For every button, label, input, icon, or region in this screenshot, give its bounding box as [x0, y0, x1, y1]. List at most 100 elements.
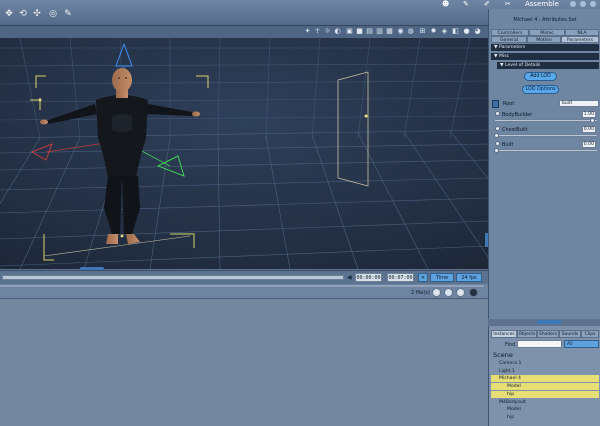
visibility-icon[interactable] — [570, 1, 576, 7]
panel-side-grip[interactable] — [485, 233, 488, 247]
tab-sounds[interactable]: Sounds — [559, 330, 581, 338]
light-view-icon[interactable]: ☼ — [324, 28, 331, 35]
orbit-icon[interactable]: ◐ — [334, 28, 341, 35]
wrench-icon[interactable]: ✎ — [463, 0, 469, 8]
shading-icon[interactable]: ◉ — [397, 28, 404, 35]
viewport-scene — [0, 38, 488, 269]
help-icon[interactable] — [580, 1, 586, 7]
root-node-icon[interactable] — [492, 100, 499, 108]
timeline-start-marker-icon[interactable]: ◀ — [347, 274, 352, 281]
close-icon[interactable] — [590, 1, 596, 7]
lower-panel-area[interactable] — [0, 299, 488, 426]
panel-splitter[interactable] — [0, 285, 484, 287]
param-value-field[interactable]: 0.00 — [582, 126, 596, 133]
tree-item-label: Michael 4 — [499, 376, 521, 382]
3d-viewport[interactable] — [0, 38, 488, 269]
tab-objects[interactable]: Objects — [517, 330, 537, 338]
quad-view-icon[interactable]: ▥ — [376, 28, 383, 35]
tab-nla[interactable]: NLA — [565, 29, 599, 36]
tab-parameters[interactable]: Parameters — [561, 36, 599, 43]
smooth-shading-icon[interactable]: ◍ — [407, 28, 414, 35]
cube-icon[interactable]: ◧ — [452, 28, 459, 35]
scene-heading: Scene — [493, 351, 513, 359]
param-slider[interactable] — [494, 149, 598, 152]
split-view-icon[interactable]: ▤ — [366, 28, 373, 35]
single-view-icon[interactable]: ■ — [356, 28, 363, 35]
scale-tool-icon[interactable]: ✣ — [32, 9, 42, 19]
root-value-field[interactable]: built — [559, 100, 599, 107]
camera-icon[interactable]: ✦ — [304, 28, 311, 35]
param-value-field[interactable]: 0.00 — [582, 141, 596, 148]
slider-knob[interactable] — [494, 148, 499, 153]
tree-item[interactable]: Michael 4 — [491, 375, 599, 383]
tree-item[interactable]: Model — [491, 383, 599, 391]
play-backward-icon[interactable] — [432, 288, 441, 297]
figure-pivot-point[interactable] — [120, 234, 124, 238]
loop-toggle-icon[interactable]: ✕ — [418, 273, 428, 282]
panel-resize-handle[interactable] — [537, 320, 561, 324]
tree-item[interactable]: hip — [491, 414, 599, 421]
tree-item[interactable]: Model — [491, 406, 599, 413]
record-icon[interactable] — [469, 288, 478, 297]
layout-view-icon[interactable]: ▦ — [386, 28, 393, 35]
lighting-icon[interactable]: ✹ — [430, 28, 437, 35]
add-lod-button[interactable]: Add LOD — [524, 72, 557, 81]
filter-select[interactable]: All — [564, 340, 599, 348]
play-forward-icon[interactable] — [456, 288, 465, 297]
paint-icon[interactable]: ✐ — [484, 0, 490, 8]
tab-general[interactable]: General — [491, 36, 527, 43]
tab-controllers[interactable]: Controllers — [491, 29, 529, 36]
timeline-track[interactable] — [2, 275, 344, 280]
textured-sphere-icon[interactable]: ◕ — [474, 28, 481, 35]
param-slider[interactable] — [494, 119, 598, 122]
time-end-field[interactable]: 00:07:00 — [387, 273, 414, 282]
gear-icon[interactable]: ✂ — [505, 0, 511, 8]
tree-item[interactable]: hip — [491, 390, 599, 398]
slider-knob[interactable] — [494, 133, 499, 138]
selection-point[interactable] — [38, 98, 42, 102]
render-icon[interactable]: ◈ — [441, 28, 448, 35]
figure-view-icon[interactable]: ☥ — [314, 28, 321, 35]
find-input[interactable] — [517, 340, 562, 348]
section-misc[interactable]: ▼ Misc — [491, 53, 599, 60]
lod-options-button[interactable]: LOD Options — [522, 85, 559, 94]
tree-item-label: M4Bodysuit — [499, 399, 526, 405]
move-tool-icon[interactable]: ✥ — [4, 9, 14, 19]
tab-motion[interactable]: Motion — [527, 36, 561, 43]
tab-shaders[interactable]: Shaders — [537, 330, 559, 338]
tree-item[interactable]: Camera 1 — [491, 360, 599, 367]
grid-icon[interactable]: ⊞ — [419, 28, 426, 35]
section-level-of-details[interactable]: ▼ Level of Details — [497, 62, 599, 69]
root-label: Root — [503, 101, 515, 107]
tab-instances[interactable]: Instances — [491, 330, 517, 338]
sphere-icon[interactable]: ● — [463, 28, 470, 35]
param-value-field[interactable]: 1.00 — [582, 111, 596, 118]
fps-select[interactable]: 24 fps — [456, 273, 482, 282]
pin-tool-icon[interactable]: ✎ — [63, 9, 73, 19]
param-toggle-icon[interactable] — [495, 126, 500, 131]
figure-icon[interactable]: ☻ — [442, 0, 449, 8]
tree-item-label: Model — [507, 407, 521, 413]
section-parameters[interactable]: ▼ Parameters — [491, 44, 599, 51]
tree-item[interactable]: M4Bodysuit — [491, 399, 599, 406]
target-tool-icon[interactable]: ◎ — [48, 9, 58, 19]
stop-icon[interactable] — [444, 288, 453, 297]
wireframe-icon[interactable]: ▣ — [346, 28, 353, 35]
tab-clips[interactable]: Clips — [581, 330, 599, 338]
param-label: Built — [502, 142, 514, 148]
slider-knob[interactable] — [590, 118, 596, 123]
timeline-bar: ◀ 00:00:00 00:07:00 ✕ Time 24 fps — [0, 270, 488, 284]
attributes-panel: Michael 4 : Attributes Set Controllers M… — [488, 9, 600, 319]
tree-item-label: hip — [507, 414, 515, 420]
param-toggle-icon[interactable] — [495, 141, 500, 146]
param-toggle-icon[interactable] — [495, 111, 500, 116]
lower-panel-toolbar: 2 file(s) — [0, 284, 488, 299]
time-mode-select[interactable]: Time — [430, 273, 454, 282]
light-gizmo-point[interactable] — [364, 114, 368, 118]
tab-mimic[interactable]: Mimic — [529, 29, 565, 36]
param-slider[interactable] — [494, 134, 598, 137]
time-start-field[interactable]: 00:00:00 — [355, 273, 382, 282]
tree-item[interactable]: Light 1 — [491, 368, 599, 375]
rotate-tool-icon[interactable]: ⟲ — [18, 9, 28, 19]
mode-label: Assemble — [525, 0, 559, 8]
